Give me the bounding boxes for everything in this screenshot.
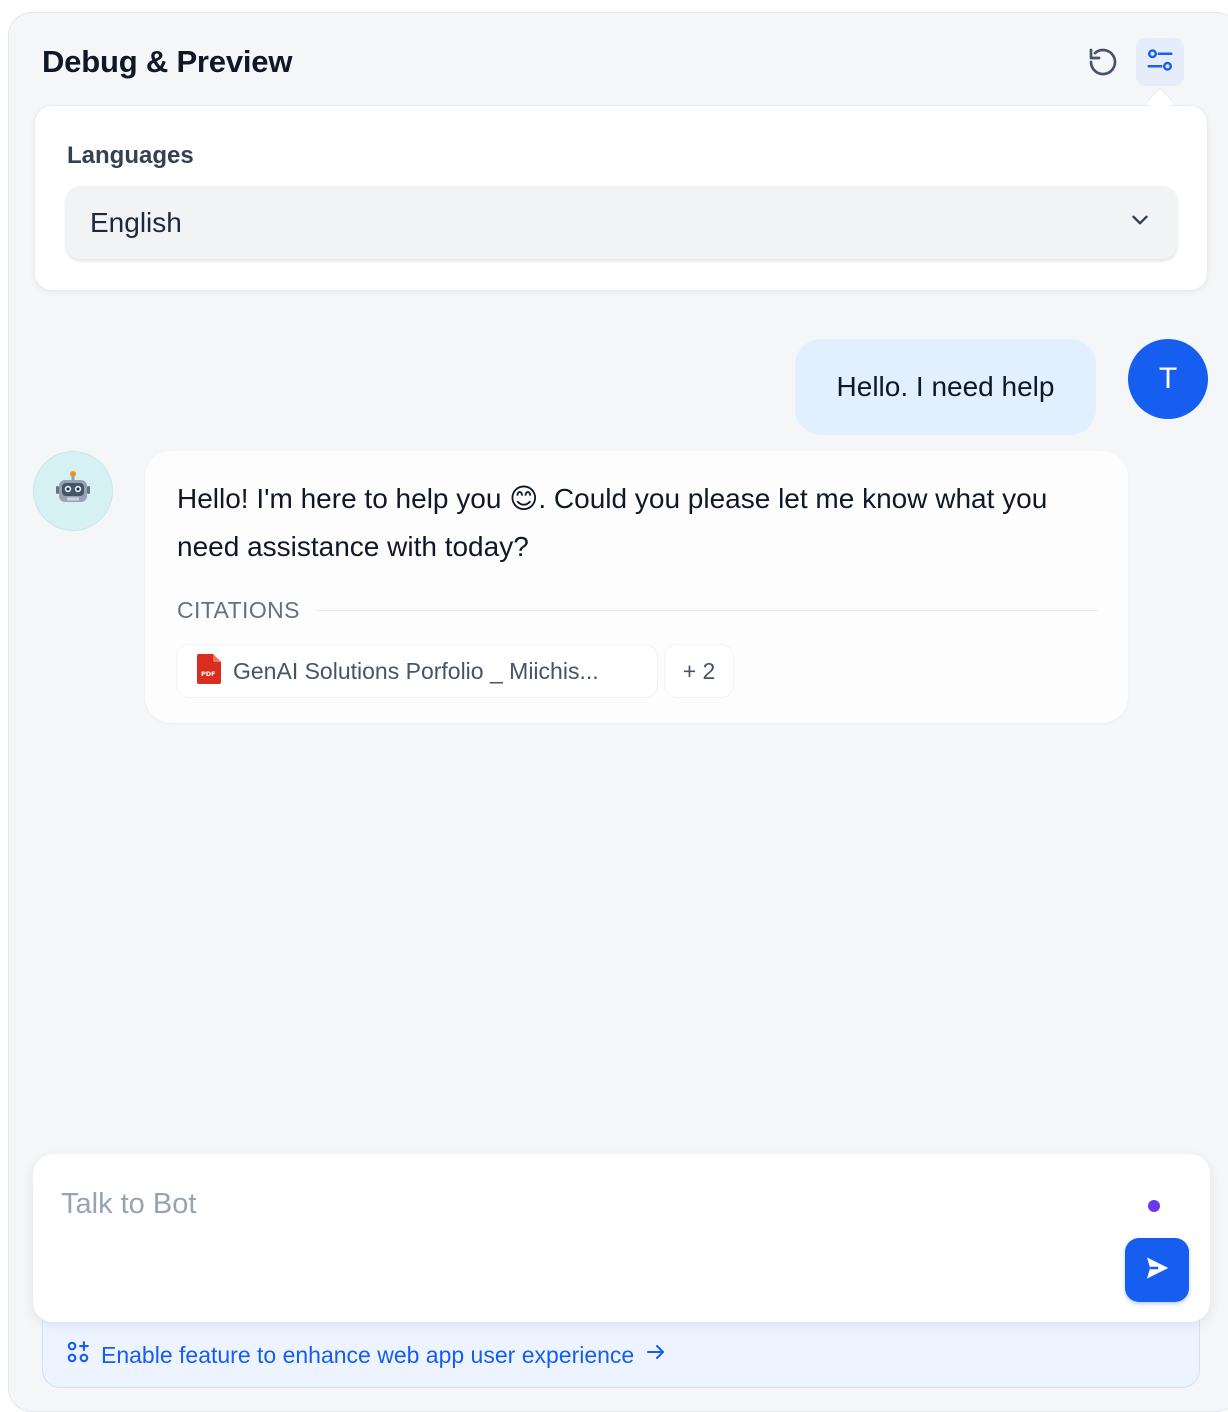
citation-item[interactable]: PDF GenAI Solutions Porfolio _ Miichis..… bbox=[177, 645, 657, 697]
rotate-ccw-icon bbox=[1087, 46, 1119, 83]
bot-message-bubble: Hello! I'm here to help you 😊. Could you… bbox=[145, 451, 1128, 723]
enable-feature-text: Enable feature to enhance web app user e… bbox=[101, 1341, 635, 1368]
more-citations-count: + 2 bbox=[682, 657, 716, 684]
citations-label: CITATIONS bbox=[177, 597, 300, 623]
send-icon bbox=[1142, 1253, 1172, 1288]
user-avatar-initial: T bbox=[1158, 362, 1178, 395]
citation-name: GenAI Solutions Porfolio _ Miichis... bbox=[233, 657, 599, 684]
chat-composer bbox=[33, 1154, 1210, 1322]
enable-feature-link[interactable]: Enable feature to enhance web app user e… bbox=[65, 1339, 668, 1371]
feature-grid-icon bbox=[65, 1339, 91, 1371]
citations-header: CITATIONS bbox=[177, 597, 1097, 624]
chat-input[interactable] bbox=[61, 1188, 1111, 1221]
language-settings-card: Languages English bbox=[34, 105, 1208, 291]
bot-avatar bbox=[33, 451, 113, 531]
user-message-text: Hello. I need help bbox=[836, 371, 1055, 402]
settings-sliders-icon bbox=[1145, 45, 1175, 80]
more-citations-button[interactable]: + 2 bbox=[665, 645, 733, 697]
chevron-down-icon bbox=[1127, 207, 1153, 238]
reset-conversation-button[interactable] bbox=[1079, 40, 1127, 88]
send-button[interactable] bbox=[1125, 1238, 1189, 1302]
pdf-file-icon: PDF bbox=[197, 653, 221, 689]
bot-message-text: Hello! I'm here to help you 😊. Could you… bbox=[177, 483, 1048, 562]
robot-emoji-icon bbox=[53, 469, 93, 514]
voice-indicator[interactable] bbox=[1148, 1200, 1160, 1212]
citations-divider bbox=[315, 610, 1097, 611]
arrow-right-icon bbox=[644, 1340, 668, 1370]
settings-button[interactable] bbox=[1136, 38, 1184, 86]
svg-text:PDF: PDF bbox=[201, 670, 216, 678]
language-selected-value: English bbox=[90, 206, 182, 238]
language-select[interactable]: English bbox=[66, 186, 1177, 259]
languages-label: Languages bbox=[67, 142, 194, 169]
user-message-bubble: Hello. I need help bbox=[795, 339, 1096, 435]
user-avatar: T bbox=[1128, 339, 1208, 419]
page-title: Debug & Preview bbox=[42, 44, 293, 79]
